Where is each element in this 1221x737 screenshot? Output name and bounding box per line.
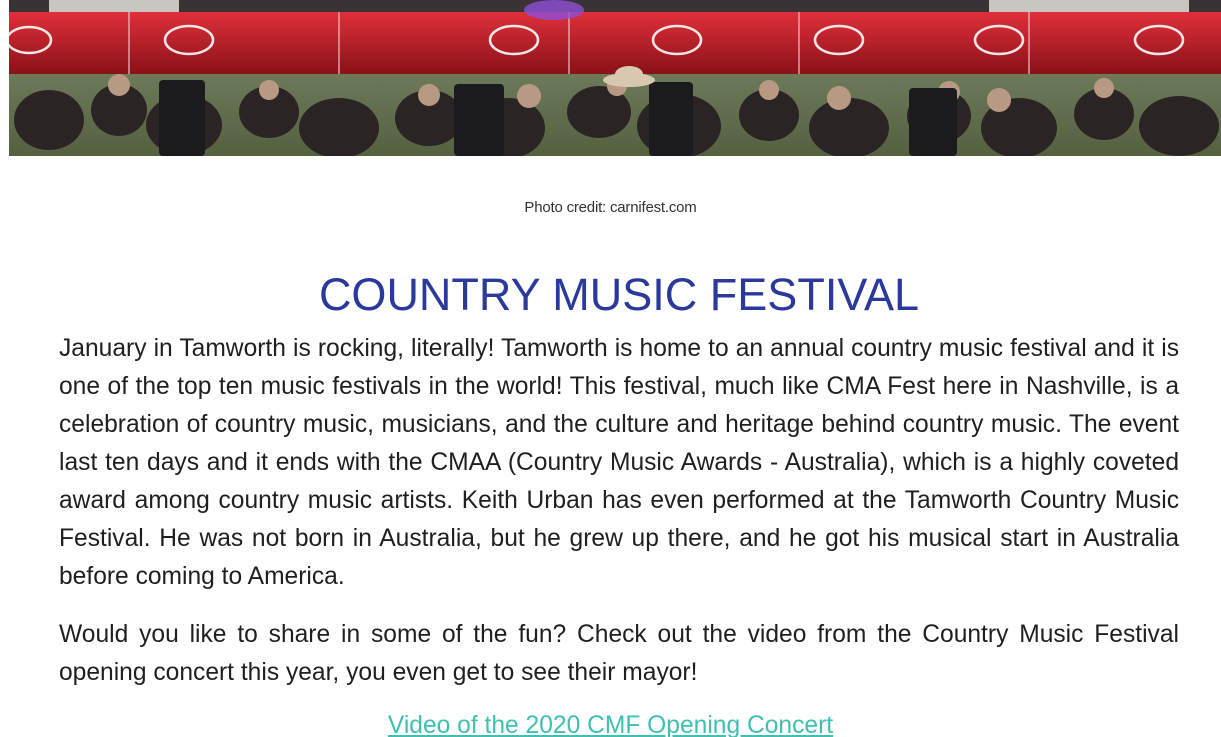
article-title: COUNTRY MUSIC FESTIVAL bbox=[318, 269, 920, 320]
video-link[interactable]: Video of the 2020 CMF Opening Concert bbox=[0, 712, 1221, 737]
article-page: Photo credit: carnifest.com COUNTRY MUSI… bbox=[0, 0, 1221, 737]
festival-photo bbox=[9, 0, 1221, 156]
photo-credit-caption: Photo credit: carnifest.com bbox=[524, 199, 697, 216]
article-paragraph-2: Would you like to share in some of the f… bbox=[59, 621, 1179, 686]
article-paragraph-1: January in Tamworth is rocking, literall… bbox=[59, 335, 1179, 590]
